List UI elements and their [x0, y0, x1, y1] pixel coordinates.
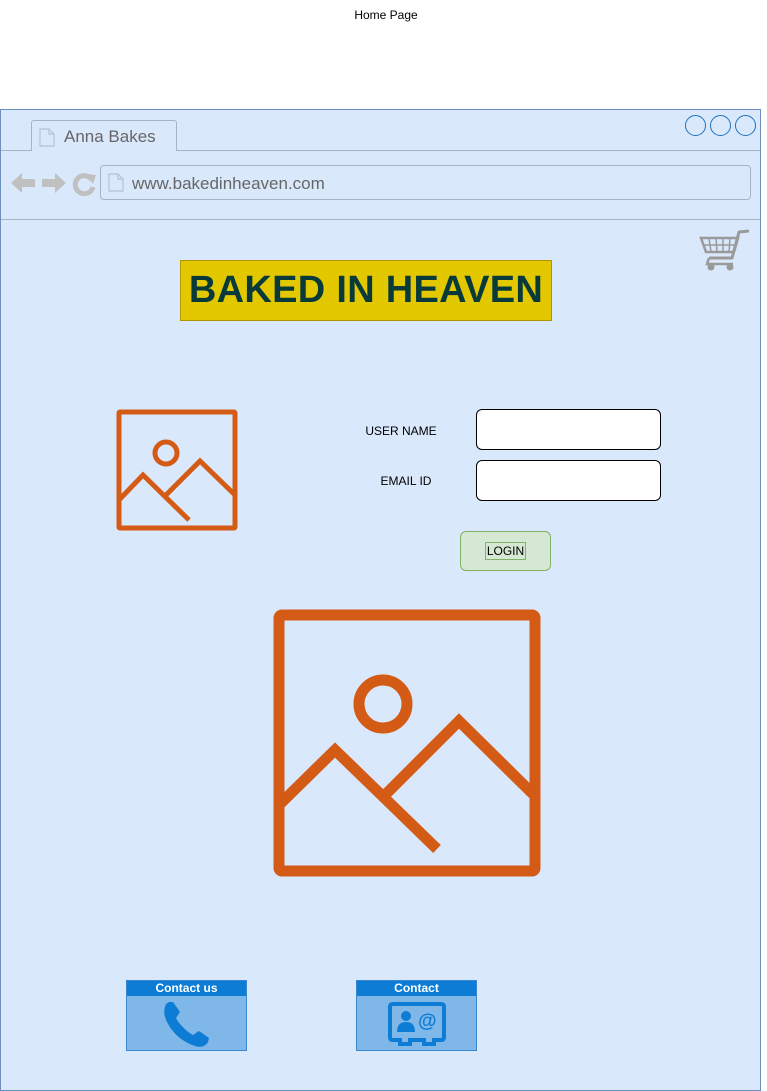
minimize-button[interactable]	[685, 115, 706, 136]
contact-phone-tile[interactable]: Contact us	[126, 980, 247, 1051]
brand-banner: BAKED IN HEAVEN	[180, 260, 552, 321]
close-button[interactable]	[735, 115, 756, 136]
browser-tab[interactable]: Anna Bakes	[31, 120, 177, 151]
toolbar-divider	[1, 219, 760, 220]
document-icon	[39, 128, 55, 147]
username-input[interactable]	[476, 409, 661, 450]
back-arrow-icon[interactable]	[11, 172, 36, 194]
image-placeholder-icon	[116, 409, 238, 531]
shopping-cart-icon[interactable]	[699, 228, 751, 272]
refresh-icon[interactable]	[72, 172, 96, 196]
svg-text:@: @	[418, 1011, 437, 1032]
maximize-button[interactable]	[710, 115, 731, 136]
email-label: EMAIL ID	[380, 474, 432, 488]
phone-icon	[164, 1002, 209, 1047]
page-caption: Home Page	[354, 8, 418, 22]
hero-image-placeholder-icon	[273, 609, 541, 877]
document-icon	[108, 173, 124, 192]
contact-phone-label: Contact us	[127, 981, 246, 996]
email-input[interactable]	[476, 460, 661, 501]
contact-email-label: Contact	[357, 981, 476, 996]
tab-title: Anna Bakes	[64, 127, 156, 146]
login-button[interactable]: LOGIN	[460, 531, 551, 571]
contact-card-icon: @	[388, 1002, 446, 1046]
address-bar[interactable]: www.bakedinheaven.com	[100, 165, 751, 200]
login-button-label: LOGIN	[484, 542, 527, 560]
contact-email-tile[interactable]: Contact @	[356, 980, 477, 1051]
username-label: USER NAME	[365, 424, 437, 438]
url-text: www.bakedinheaven.com	[132, 174, 325, 193]
browser-window: Anna Bakes www.bakedinheaven.com BAKED I…	[0, 109, 761, 1091]
forward-arrow-icon[interactable]	[41, 172, 66, 194]
